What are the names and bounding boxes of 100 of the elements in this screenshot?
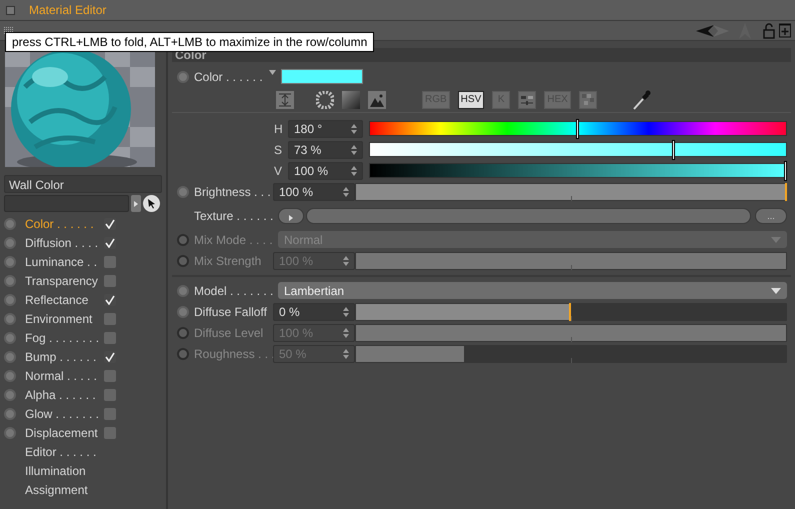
channel-letter: S [274,142,284,156]
checkbox[interactable] [104,408,116,420]
radio-icon[interactable] [4,274,16,286]
play-button[interactable] [278,208,304,224]
more-button[interactable]: ... [755,208,787,224]
radio-icon[interactable] [4,294,16,306]
gradient-square-icon[interactable] [342,90,360,108]
color-wheel-icon[interactable] [316,90,334,108]
play-icon[interactable] [134,200,138,206]
checkbox[interactable] [104,218,116,230]
channel-item[interactable]: Transparency [25,274,98,288]
number-field[interactable]: 100 % [288,162,363,180]
radio-icon[interactable] [4,236,16,248]
color-slider[interactable] [369,163,787,178]
channel-item[interactable]: Fog . . . . . . . . [25,330,98,344]
radio-icon[interactable] [4,388,16,400]
channel-item[interactable]: Glow . . . . . . . [25,406,98,420]
new-panel-icon[interactable] [779,23,791,38]
radio-icon[interactable] [177,326,189,338]
slider-handle[interactable] [672,140,675,160]
lock-icon[interactable] [763,22,775,38]
checkbox[interactable] [104,274,116,286]
caret-icon[interactable] [771,288,781,294]
play-icon[interactable] [288,214,294,220]
checkbox[interactable] [104,388,116,400]
search-field[interactable] [4,195,129,212]
channel-item[interactable]: Luminance . . [25,254,98,268]
checkbox[interactable] [104,370,116,382]
radio-icon[interactable] [177,234,189,246]
spinner-icon[interactable] [351,166,357,176]
checkbox[interactable] [104,294,116,306]
number-field[interactable]: 100 % [273,182,355,200]
image-icon[interactable] [368,90,386,108]
eyedropper-icon[interactable] [630,88,653,110]
spinner-icon[interactable] [343,328,349,338]
channel-letter: H [274,122,284,136]
caret-icon[interactable] [269,70,276,75]
checkbox[interactable] [104,312,116,324]
param-label: Diffuse Falloff [194,304,268,318]
channel-item[interactable]: Reflectance [25,292,98,306]
spinner-icon[interactable] [351,124,357,134]
channel-item[interactable]: Assignment [25,482,88,496]
number-field[interactable]: 180 ° [288,120,363,138]
number-field[interactable]: 0 % [273,302,355,320]
spinner-icon[interactable] [343,306,349,316]
radio-icon[interactable] [4,256,16,268]
radio-icon[interactable] [177,70,189,82]
spinner-icon[interactable] [351,144,357,154]
pointer-icon[interactable] [143,195,160,212]
material-name-field[interactable]: Wall Color [4,175,162,193]
radio-icon[interactable] [4,426,16,438]
channel-item[interactable]: Color . . . . . . [25,216,98,230]
sliders-icon[interactable] [518,90,536,108]
channel-item[interactable]: Normal . . . . . [25,368,98,382]
slider-handle[interactable] [784,161,787,181]
texture-field[interactable] [306,208,751,224]
dropdown[interactable]: Lambertian [278,282,787,299]
radio-icon[interactable] [177,284,189,296]
color-mode-button[interactable]: HSV [458,90,484,108]
radio-icon[interactable] [4,370,16,382]
radio-icon[interactable] [177,348,189,360]
radio-icon[interactable] [4,332,16,344]
param-label: Brightness . . . [194,184,272,198]
radio-icon[interactable] [4,218,16,230]
channel-item[interactable]: Diffusion . . . . [25,236,98,250]
spinner-icon[interactable] [343,256,349,266]
checkbox[interactable] [104,332,116,344]
window-button[interactable] [6,6,15,14]
spinner-icon[interactable] [343,348,349,358]
color-slider[interactable] [369,121,787,136]
color-slider[interactable] [369,142,787,157]
radio-icon[interactable] [4,312,16,324]
param-label: Model . . . . . . . [194,284,273,298]
radio-icon[interactable] [177,306,189,318]
channel-item[interactable]: Bump . . . . . . [25,350,98,364]
arrow-left-icon[interactable] [696,24,714,36]
channel-item[interactable]: Editor . . . . . . [25,444,96,458]
swatches-icon[interactable] [578,90,597,108]
radio-icon[interactable] [177,186,189,198]
checkbox[interactable] [104,256,116,268]
expand-button[interactable] [131,195,141,212]
checkbox[interactable] [104,236,116,248]
radio-icon[interactable] [4,350,16,362]
param-label: Mix Mode . . . . [194,232,273,246]
channel-item[interactable]: Illumination [25,464,86,478]
channel-item[interactable]: Displacement [25,426,98,440]
radio-icon[interactable] [4,408,16,420]
radio-icon[interactable] [177,254,189,266]
checkbox[interactable] [104,350,116,362]
spinner-icon[interactable] [343,186,349,196]
color-swatch[interactable] [281,69,363,84]
param-label: Texture . . . . . . [194,208,273,222]
fit-height-icon[interactable] [276,90,294,108]
channel-item[interactable]: Alpha . . . . . . [25,388,98,402]
param-label: Color . . . . . . [194,70,264,84]
number-field[interactable]: 73 % [288,140,363,158]
channel-item[interactable]: Environment [25,312,98,326]
checkbox[interactable] [104,426,116,438]
slider-handle[interactable] [576,119,579,139]
param-label: Diffuse Level [194,326,264,340]
